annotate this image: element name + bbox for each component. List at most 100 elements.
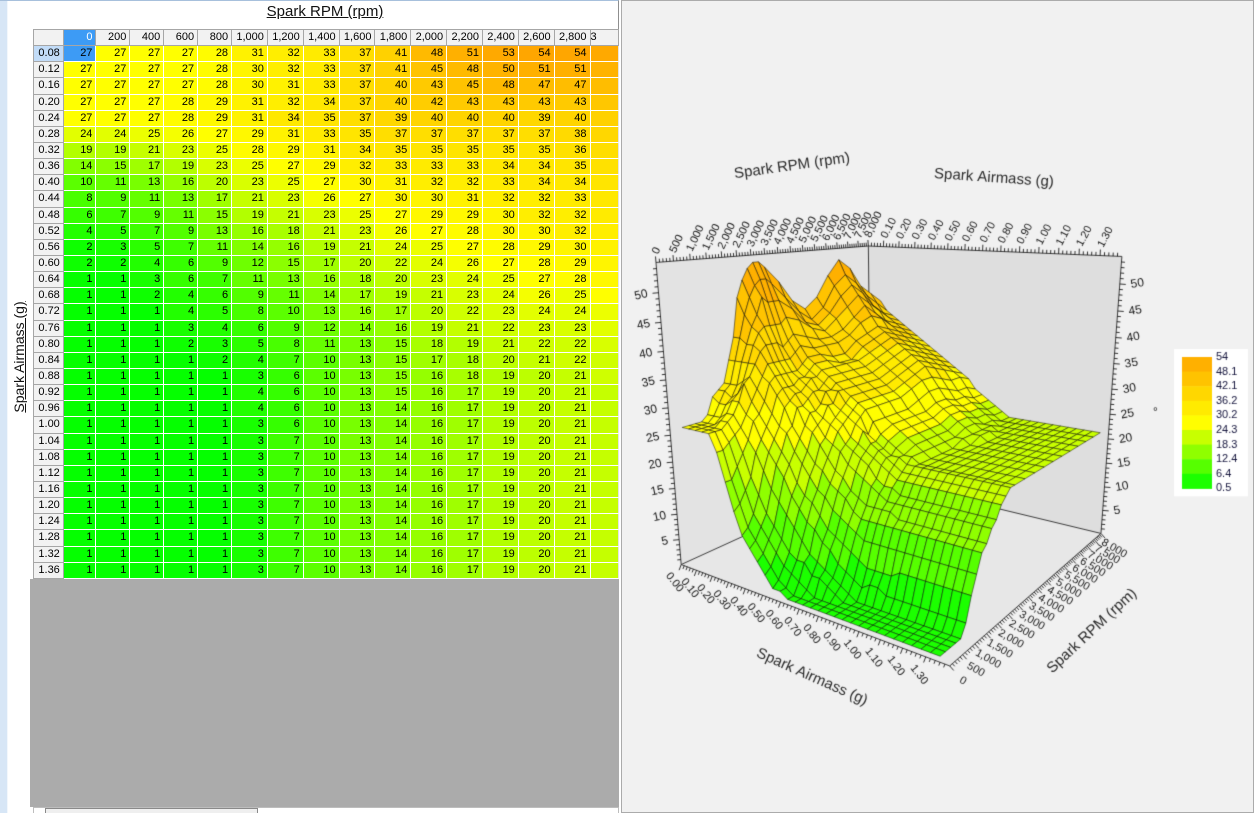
table-cell-clipped[interactable] bbox=[590, 46, 619, 62]
table-cell[interactable]: 10 bbox=[303, 352, 339, 368]
table-cell[interactable]: 13 bbox=[339, 562, 375, 578]
table-cell[interactable]: 16 bbox=[411, 498, 447, 514]
table-cell[interactable]: 17 bbox=[447, 449, 483, 465]
table-cell[interactable]: 37 bbox=[447, 126, 483, 142]
table-cell[interactable]: 34 bbox=[339, 142, 375, 158]
table-cell[interactable]: 28 bbox=[164, 94, 198, 110]
table-cell[interactable]: 22 bbox=[518, 336, 554, 352]
table-cell[interactable]: 21 bbox=[554, 546, 590, 562]
table-cell[interactable]: 27 bbox=[130, 78, 164, 94]
table-cell[interactable]: 20 bbox=[518, 530, 554, 546]
table-cell[interactable]: 1 bbox=[130, 546, 164, 562]
table-cell[interactable]: 39 bbox=[375, 110, 411, 126]
table-cell[interactable]: 17 bbox=[447, 514, 483, 530]
column-header[interactable]: 2,400 bbox=[482, 30, 518, 46]
row-header[interactable]: 0.76 bbox=[34, 320, 64, 336]
table-cell[interactable]: 2 bbox=[198, 352, 232, 368]
table-cell[interactable]: 17 bbox=[375, 304, 411, 320]
table-cell[interactable]: 45 bbox=[411, 62, 447, 78]
table-cell[interactable]: 20 bbox=[518, 368, 554, 384]
row-header[interactable]: 1.08 bbox=[34, 449, 64, 465]
table-cell[interactable]: 19 bbox=[482, 433, 518, 449]
table-cell[interactable]: 28 bbox=[164, 110, 198, 126]
table-cell[interactable]: 41 bbox=[375, 46, 411, 62]
column-header[interactable]: 2,000 bbox=[411, 30, 447, 46]
table-cell[interactable]: 16 bbox=[232, 223, 268, 239]
table-cell[interactable]: 38 bbox=[554, 126, 590, 142]
table-cell[interactable]: 15 bbox=[375, 385, 411, 401]
table-cell[interactable]: 21 bbox=[411, 288, 447, 304]
table-cell[interactable]: 33 bbox=[411, 159, 447, 175]
table-cell[interactable]: 19 bbox=[482, 530, 518, 546]
table-cell[interactable]: 13 bbox=[303, 304, 339, 320]
table-cell[interactable]: 27 bbox=[63, 78, 96, 94]
table-cell[interactable]: 16 bbox=[339, 304, 375, 320]
table-cell[interactable]: 16 bbox=[303, 272, 339, 288]
table-cell[interactable]: 13 bbox=[164, 191, 198, 207]
table-cell[interactable]: 9 bbox=[198, 255, 232, 271]
table-cell-clipped[interactable] bbox=[590, 62, 619, 78]
table-cell[interactable]: 14 bbox=[375, 514, 411, 530]
table-cell[interactable]: 29 bbox=[554, 255, 590, 271]
table-cell[interactable]: 1 bbox=[63, 562, 96, 578]
table-cell[interactable]: 7 bbox=[267, 530, 303, 546]
table-cell[interactable]: 28 bbox=[554, 272, 590, 288]
table-cell[interactable]: 22 bbox=[554, 352, 590, 368]
table-cell[interactable]: 17 bbox=[303, 255, 339, 271]
surface-plot-canvas[interactable] bbox=[622, 1, 1253, 812]
table-cell[interactable]: 33 bbox=[554, 191, 590, 207]
table-cell[interactable]: 4 bbox=[232, 385, 268, 401]
table-cell[interactable]: 19 bbox=[482, 562, 518, 578]
table-cell[interactable]: 20 bbox=[411, 304, 447, 320]
table-cell[interactable]: 19 bbox=[303, 239, 339, 255]
table-cell[interactable]: 2 bbox=[164, 336, 198, 352]
table-cell[interactable]: 27 bbox=[164, 78, 198, 94]
table-cell[interactable]: 29 bbox=[447, 207, 483, 223]
table-cell[interactable]: 23 bbox=[447, 288, 483, 304]
table-cell[interactable]: 8 bbox=[232, 304, 268, 320]
row-header[interactable]: 0.64 bbox=[34, 272, 64, 288]
table-cell[interactable]: 27 bbox=[63, 110, 96, 126]
table-cell[interactable]: 21 bbox=[267, 207, 303, 223]
table-cell[interactable]: 33 bbox=[303, 78, 339, 94]
table-cell[interactable]: 34 bbox=[303, 94, 339, 110]
table-cell[interactable]: 1 bbox=[198, 417, 232, 433]
table-cell[interactable]: 22 bbox=[375, 255, 411, 271]
table-cell[interactable]: 7 bbox=[267, 562, 303, 578]
table-cell[interactable]: 33 bbox=[482, 175, 518, 191]
table-cell[interactable]: 3 bbox=[232, 433, 268, 449]
table-cell[interactable]: 7 bbox=[267, 546, 303, 562]
table-cell[interactable]: 13 bbox=[339, 449, 375, 465]
table-cell[interactable]: 21 bbox=[554, 449, 590, 465]
table-cell-clipped[interactable] bbox=[590, 336, 619, 352]
table-cell[interactable]: 17 bbox=[447, 498, 483, 514]
table-cell[interactable]: 2 bbox=[63, 255, 96, 271]
table-cell[interactable]: 13 bbox=[339, 433, 375, 449]
table-cell[interactable]: 3 bbox=[198, 336, 232, 352]
table-cell[interactable]: 1 bbox=[198, 514, 232, 530]
table-cell[interactable]: 25 bbox=[130, 126, 164, 142]
table-cell[interactable]: 48 bbox=[411, 46, 447, 62]
row-header[interactable]: 1.16 bbox=[34, 481, 64, 497]
table-cell[interactable]: 1 bbox=[130, 514, 164, 530]
table-cell[interactable]: 1 bbox=[96, 368, 130, 384]
table-cell[interactable]: 27 bbox=[518, 272, 554, 288]
table-cell[interactable]: 20 bbox=[518, 433, 554, 449]
table-cell[interactable]: 41 bbox=[375, 62, 411, 78]
table-cell[interactable]: 14 bbox=[375, 401, 411, 417]
table-cell[interactable]: 5 bbox=[130, 239, 164, 255]
table-cell[interactable]: 8 bbox=[267, 336, 303, 352]
table-cell[interactable]: 25 bbox=[411, 239, 447, 255]
row-header[interactable]: 1.12 bbox=[34, 465, 64, 481]
table-cell[interactable]: 1 bbox=[164, 385, 198, 401]
table-cell[interactable]: 6 bbox=[164, 255, 198, 271]
table-cell[interactable]: 27 bbox=[63, 94, 96, 110]
table-cell[interactable]: 6 bbox=[267, 385, 303, 401]
table-cell[interactable]: 21 bbox=[554, 498, 590, 514]
table-cell[interactable]: 24 bbox=[375, 239, 411, 255]
table-cell-clipped[interactable] bbox=[590, 110, 619, 126]
table-cell[interactable]: 34 bbox=[518, 159, 554, 175]
table-cell[interactable]: 3 bbox=[232, 514, 268, 530]
table-cell[interactable]: 23 bbox=[267, 191, 303, 207]
table-cell[interactable]: 16 bbox=[411, 449, 447, 465]
